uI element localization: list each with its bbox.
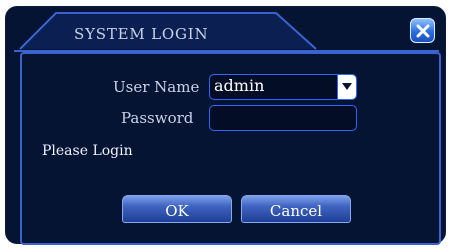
username-label: User Name	[113, 78, 200, 96]
chevron-down-icon	[342, 83, 352, 90]
dropdown-button[interactable]	[337, 75, 356, 99]
username-value: admin	[214, 76, 265, 95]
close-icon	[416, 24, 429, 37]
title-tab	[14, 12, 439, 52]
ok-button[interactable]: OK	[122, 195, 232, 223]
password-field[interactable]	[209, 105, 357, 131]
login-dialog: SYSTEM LOGIN User Name admin Password Pl…	[5, 6, 446, 245]
cancel-button[interactable]: Cancel	[241, 195, 351, 223]
dialog-title: SYSTEM LOGIN	[74, 25, 209, 43]
close-button[interactable]	[410, 18, 435, 43]
username-select[interactable]: admin	[209, 74, 357, 100]
password-label: Password	[121, 109, 194, 127]
status-message: Please Login	[42, 143, 133, 159]
login-form: User Name admin Password Please Login OK…	[20, 52, 441, 245]
